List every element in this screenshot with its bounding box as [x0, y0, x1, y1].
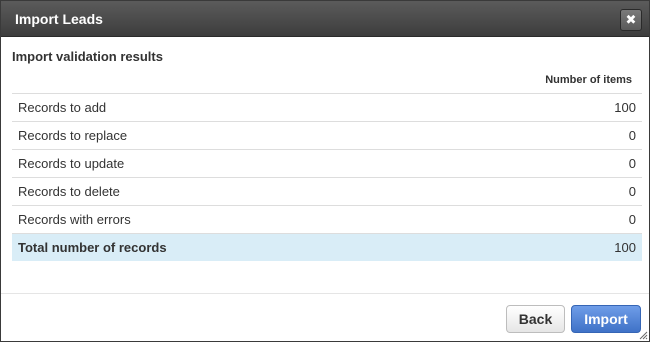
- total-value: 100: [532, 233, 642, 261]
- back-button[interactable]: Back: [506, 305, 565, 333]
- import-leads-dialog: Import Leads ✖ Import validation results…: [0, 0, 650, 342]
- dialog-footer: Back Import: [1, 293, 649, 341]
- table-header-row: Number of items: [12, 67, 642, 94]
- close-icon: ✖: [625, 12, 637, 27]
- table-row: Records to add 100: [12, 93, 642, 122]
- row-value: 100: [532, 93, 642, 122]
- row-label: Records to update: [12, 149, 533, 178]
- dialog-titlebar[interactable]: Import Leads ✖: [1, 1, 649, 37]
- table-row: Records to update 0: [12, 149, 642, 178]
- close-button[interactable]: ✖: [620, 9, 642, 31]
- section-title: Import validation results: [12, 49, 163, 64]
- row-value: 0: [532, 121, 642, 150]
- column-header-number-of-items: Number of items: [12, 67, 642, 94]
- table-row: Records with errors 0: [12, 205, 642, 234]
- row-label: Records to delete: [12, 177, 533, 206]
- row-value: 0: [532, 177, 642, 206]
- table-row: Records to delete 0: [12, 177, 642, 206]
- import-button[interactable]: Import: [571, 305, 641, 333]
- dialog-title: Import Leads: [15, 11, 103, 27]
- row-label: Records to replace: [12, 121, 533, 150]
- row-label: Records to add: [12, 93, 533, 122]
- row-label: Records with errors: [12, 205, 533, 234]
- row-value: 0: [532, 205, 642, 234]
- resize-grip-icon[interactable]: [638, 330, 648, 340]
- total-label: Total number of records: [12, 233, 533, 261]
- row-value: 0: [532, 149, 642, 178]
- table-row: Records to replace 0: [12, 121, 642, 150]
- results-table: Number of items Records to add 100 Recor…: [12, 67, 642, 261]
- total-row: Total number of records 100: [12, 233, 642, 261]
